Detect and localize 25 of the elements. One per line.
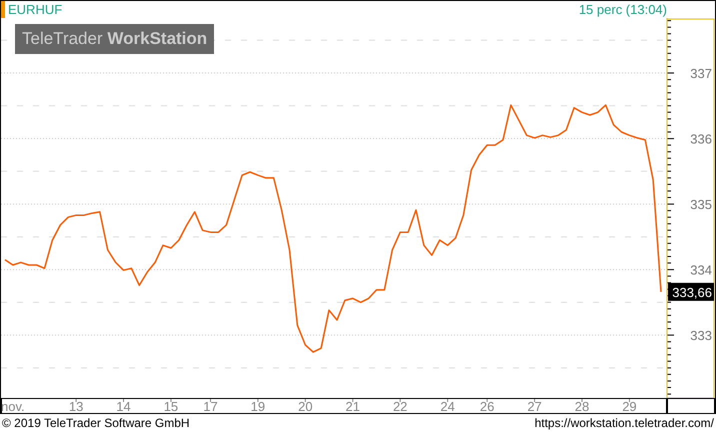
axis-label: 21	[346, 399, 360, 414]
current-price-badge: 333,66	[668, 282, 714, 301]
website-link[interactable]: https://workstation.teletrader.com/	[534, 416, 714, 430]
axis-label: 19	[250, 399, 266, 414]
axis-label: 29	[622, 399, 637, 414]
copyright-text: © 2019 TeleTrader Software GmbH	[2, 416, 190, 430]
axis-label: 13	[68, 399, 84, 414]
axis-label: 337	[690, 66, 712, 82]
axis-label: 335	[690, 197, 712, 212]
axis-label: 24	[440, 399, 455, 414]
axis-label: 17	[203, 399, 218, 414]
axis-label: 28	[574, 399, 590, 414]
symbol-marker	[1, 1, 5, 18]
axis-label: 27	[527, 399, 542, 414]
logo: TeleTrader WorkStation	[15, 24, 214, 54]
axis-label: 26	[480, 399, 494, 414]
axis-label: 336	[690, 132, 712, 147]
symbol-label: EURHUF	[8, 2, 64, 17]
axis-label: 333	[690, 328, 712, 344]
axis-label: 14	[116, 399, 131, 414]
interval-label: 15 perc (13:04)	[578, 2, 667, 17]
axis-label: 334	[690, 262, 712, 278]
axis-label: 15	[164, 399, 178, 414]
axis-label: 20	[298, 399, 313, 414]
axis-label: 22	[392, 399, 408, 414]
